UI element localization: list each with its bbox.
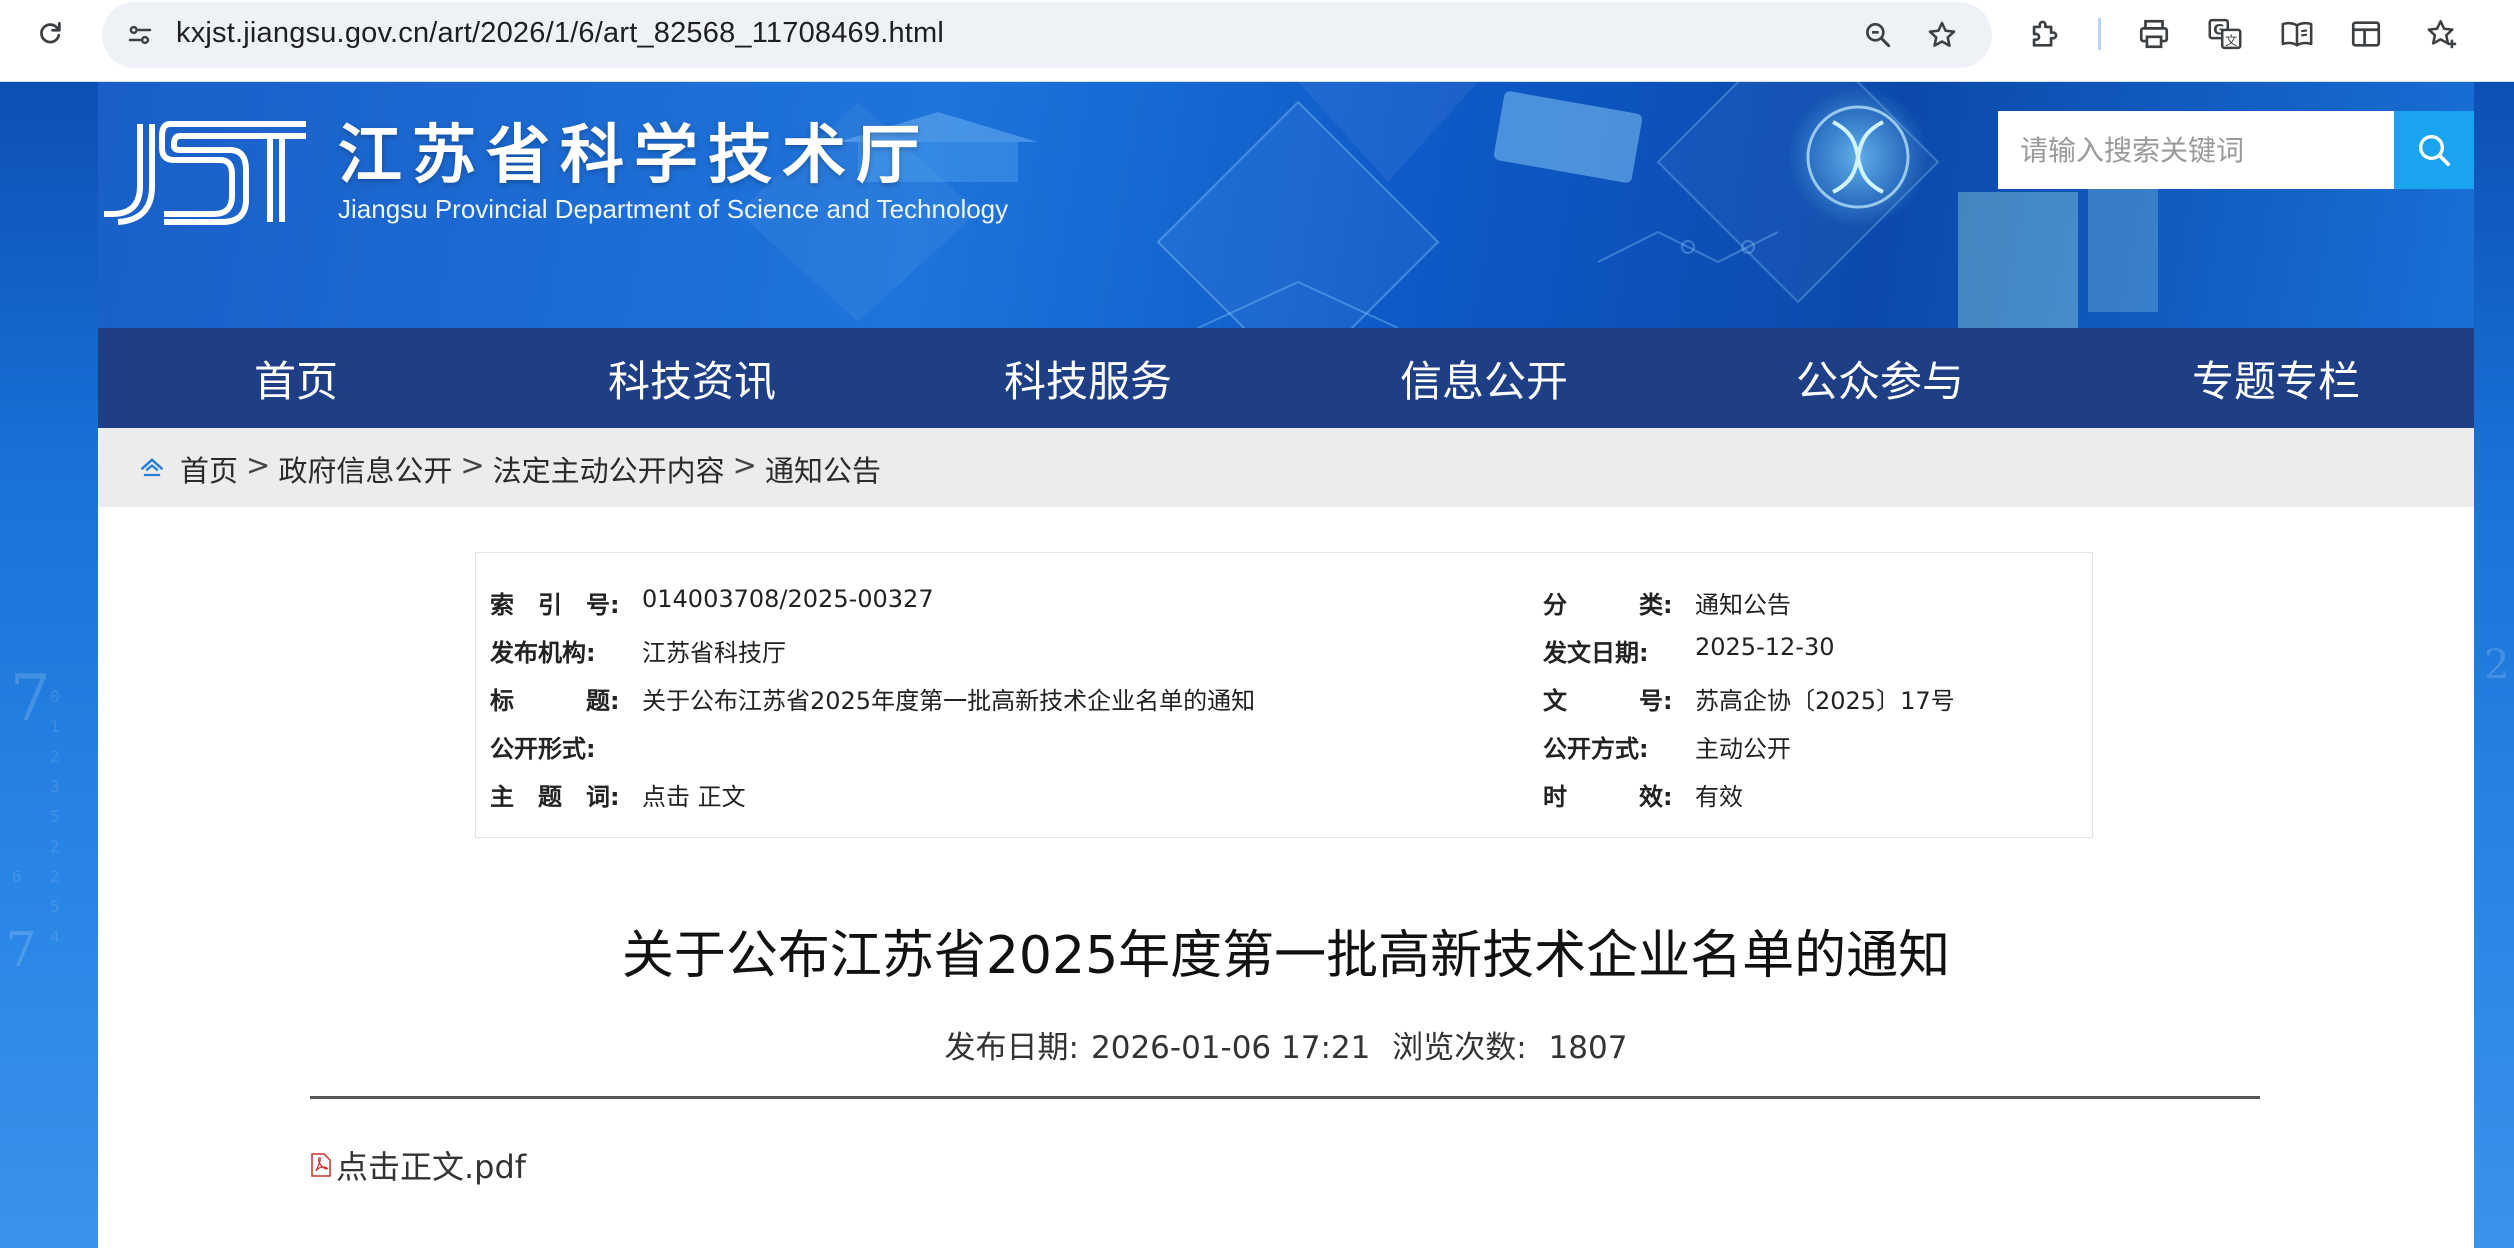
breadcrumb-item-notices[interactable]: 通知公告 [765,448,881,490]
nav-item-home[interactable]: 首页 [98,328,494,428]
nav-item-news[interactable]: 科技资讯 [494,328,890,428]
breadcrumb-item-gov-info[interactable]: 政府信息公开 [278,448,452,490]
search-box [1998,111,2394,189]
meta-row-publisher: 发布机构: 江苏省科技厅 [490,633,1390,667]
zoom-icon[interactable] [1858,15,1898,55]
meta-value: 点击 正文 [642,783,746,811]
translate-icon[interactable]: G文 [2203,14,2247,54]
document-metadata: 索 引 号: 014003708/2025-00327 发布机构: 江苏省科技厅… [475,552,2093,838]
publish-date: 2026-01-06 17:21 [1091,1030,1371,1066]
meta-label: 索 引 号: [490,591,620,619]
meta-value: 江苏省科技厅 [642,639,786,667]
star-icon[interactable] [1922,15,1962,55]
reload-icon[interactable] [30,14,70,54]
meta-label: 主 题 词: [490,783,620,811]
nav-item-participation[interactable]: 公众参与 [1682,328,2078,428]
article-title: 关于公布江苏省2025年度第一批高新技术企业名单的通知 [621,926,1951,986]
main-content: 首页 > 政府信息公开 > 法定主动公开内容 > 通知公告 索 引 号: 014… [98,428,2474,1248]
meta-value: 通知公告 [1695,591,1791,619]
svg-text:3: 3 [50,777,60,796]
attachment-filename[interactable]: 点击正文.pdf [336,1142,526,1188]
search-input[interactable] [1998,111,2394,189]
svg-text:5: 5 [50,807,60,826]
home-icon [140,458,164,477]
main-nav: 首页 科技资讯 科技服务 信息公开 公众参与 专题专栏 [98,328,2474,428]
svg-text:2: 2 [50,867,60,886]
meta-row-issue-date: 发文日期: 2025-12-30 [1543,633,2063,667]
url-text[interactable]: kxjst.jiangsu.gov.cn/art/2026/1/6/art_82… [176,17,944,50]
meta-row-keywords: 主 题 词: 点击 正文 [490,777,1390,811]
meta-label: 时 效: [1543,783,1673,811]
svg-text:2: 2 [50,837,60,856]
breadcrumb-item-home[interactable]: 首页 [180,448,238,490]
puzzle-icon[interactable] [2022,14,2066,54]
views-label: 浏览次数: [1392,1030,1527,1066]
site-title: 江苏省科学技术厅 [338,119,930,193]
meta-row-disclosure-form: 公开形式: [490,729,1390,763]
print-icon[interactable] [2132,14,2176,54]
meta-row-index: 索 引 号: 014003708/2025-00327 [490,585,1390,619]
meta-value: 苏高企协〔2025〕17号 [1695,687,1955,715]
meta-row-doc-number: 文 号: 苏高企协〔2025〕17号 [1543,681,2063,715]
nav-item-disclosure[interactable]: 信息公开 [1286,328,1682,428]
meta-value: 有效 [1695,783,1743,811]
sidebar-icon[interactable] [2344,14,2388,54]
meta-row-title: 标 题: 关于公布江苏省2025年度第一批高新技术企业名单的通知 [490,681,1390,715]
nav-item-topics[interactable]: 专题专栏 [2078,328,2474,428]
meta-row-category: 分 类: 通知公告 [1543,585,2063,619]
publish-date-label: 发布日期: [944,1030,1079,1066]
svg-text:0: 0 [50,687,60,706]
breadcrumb-separator: > [460,448,485,482]
publish-info: 发布日期: 2026-01-06 17:21 浏览次数: 1807 [98,1022,2474,1067]
svg-text:文: 文 [2225,33,2238,48]
breadcrumb: 首页 > 政府信息公开 > 法定主动公开内容 > 通知公告 [98,428,2474,507]
meta-row-disclosure-mode: 公开方式: 主动公开 [1543,729,2063,763]
breadcrumb-separator: > [732,448,757,482]
meta-label: 发文日期: [1543,639,1649,667]
toolbar-separator [2098,18,2101,50]
divider [310,1096,2260,1099]
svg-text:6: 6 [12,867,22,886]
meta-label: 公开方式: [1543,735,1649,763]
meta-row-validity: 时 效: 有效 [1543,777,2063,811]
svg-text:1: 1 [50,717,60,736]
meta-value: 2025-12-30 [1695,633,1835,661]
breadcrumb-separator: > [246,448,271,482]
meta-value: 014003708/2025-00327 [642,585,934,613]
search-button[interactable] [2394,111,2474,189]
site-title-english: Jiangsu Provincial Department of Science… [338,194,1009,224]
book-icon[interactable] [2275,14,2319,54]
browser-toolbar: kxjst.jiangsu.gov.cn/art/2026/1/6/art_82… [0,0,2514,82]
meta-label: 标 题: [490,687,620,715]
search-icon [2419,135,2450,167]
tune-icon[interactable] [120,15,160,55]
breadcrumb-trail: 首页 > 政府信息公开 > 法定主动公开内容 > 通知公告 [180,448,881,490]
address-bar[interactable]: kxjst.jiangsu.gov.cn/art/2026/1/6/art_82… [102,2,1992,68]
views-count: 1807 [1548,1030,1628,1066]
meta-label: 分 类: [1543,591,1673,619]
jst-logo-icon [104,121,306,225]
svg-text:5: 5 [50,897,60,916]
attachment-link[interactable]: 点击正文.pdf [310,1142,526,1188]
bg-decoration: 2 [2484,642,2510,688]
svg-text:4: 4 [50,927,60,946]
meta-value: 关于公布江苏省2025年度第一批高新技术企业名单的通知 [642,687,1256,715]
breadcrumb-item-statutory[interactable]: 法定主动公开内容 [493,448,725,490]
bg-decoration: 0 1 2 3 5 2 2 5 4 6 [12,687,60,946]
meta-label: 发布机构: [490,639,596,667]
favorites-icon[interactable] [2420,14,2464,54]
nav-item-services[interactable]: 科技服务 [890,328,1286,428]
pdf-icon [311,1153,331,1177]
meta-label: 文 号: [1543,687,1673,715]
meta-value: 主动公开 [1695,735,1791,763]
meta-label: 公开形式: [490,735,596,763]
svg-text:2: 2 [50,747,60,766]
